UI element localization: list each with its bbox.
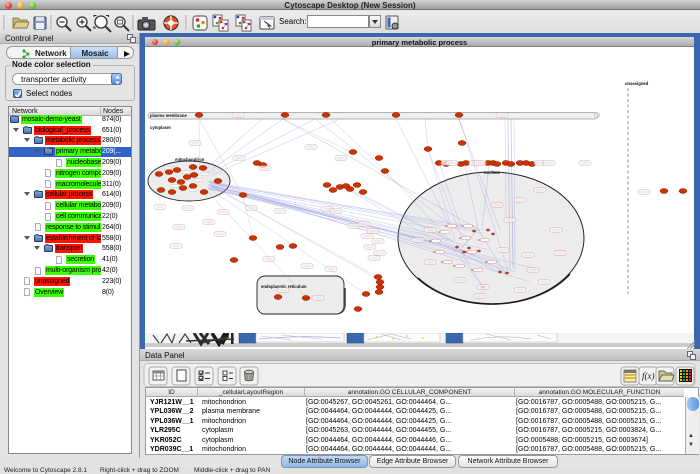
svg-text:unassigned: unassigned <box>625 81 649 86</box>
svg-text:f(x): f(x) <box>642 371 655 381</box>
svg-text:cytoplasm: cytoplasm <box>150 125 171 130</box>
svg-text:mitochondrion: mitochondrion <box>175 157 205 162</box>
svg-text:nucleus: nucleus <box>484 170 500 175</box>
svg-text:plasma membrane: plasma membrane <box>150 113 187 118</box>
